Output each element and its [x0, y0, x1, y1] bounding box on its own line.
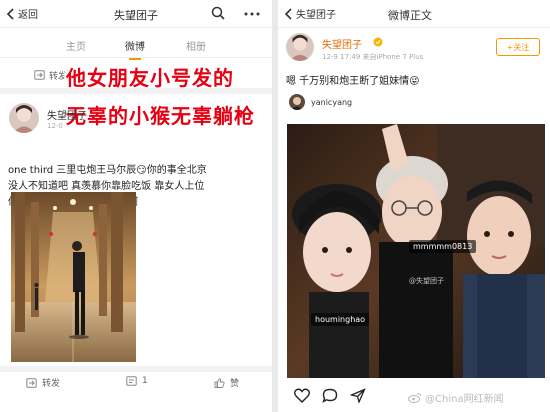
- page-title: 失望团子: [114, 9, 158, 22]
- caption-overlay-line-2: 无辜的小猴无辜躺枪: [66, 104, 255, 128]
- divider: [0, 88, 272, 94]
- post-text: 嗯 千万别和炮王断了姐妹情😜: [286, 76, 420, 87]
- post-actions: 转发 1 赞: [0, 374, 272, 394]
- tagged-user-avatar: [289, 94, 305, 110]
- back-label: 返回: [18, 10, 38, 21]
- post-username[interactable]: 失望团子: [47, 107, 87, 122]
- repost-button[interactable]: 转发: [26, 376, 60, 389]
- profile-tabs: 主页 微博 相册: [0, 28, 272, 60]
- post-photo[interactable]: [11, 192, 136, 362]
- thumbs-up-icon: [214, 377, 225, 388]
- photo-tag[interactable]: mmmmm0813: [409, 240, 477, 253]
- post-meta: 12-9 17:49 来自iPhone 7 Plus: [322, 53, 424, 61]
- more-icon[interactable]: [244, 12, 260, 16]
- back-button[interactable]: 返回: [6, 6, 38, 21]
- share-icon[interactable]: [350, 388, 366, 403]
- avatar[interactable]: [9, 103, 39, 133]
- repost-icon: [26, 377, 37, 388]
- tagged-user[interactable]: yanicyang: [289, 94, 352, 110]
- comment-count: 1: [142, 376, 148, 386]
- heart-icon[interactable]: [294, 388, 310, 403]
- back-button[interactable]: 失望团子: [284, 6, 336, 21]
- comment-button[interactable]: 1: [126, 376, 148, 386]
- divider: [0, 366, 272, 372]
- photo-tag[interactable]: houminghao: [311, 313, 370, 326]
- top-bar: 返回 失望团子: [0, 0, 272, 28]
- photo-watermark: @失望团子: [409, 277, 444, 285]
- post-detail-panel: 失望团子 微博正文 失望团子 12-9 17:49 来自iPhone 7 Plu…: [278, 0, 550, 412]
- comment-icon: [126, 376, 137, 386]
- chevron-left-icon: [284, 7, 294, 21]
- tab-album[interactable]: 相册: [186, 38, 206, 53]
- page-title: 微博正文: [388, 9, 432, 22]
- search-icon[interactable]: [211, 6, 225, 20]
- repost-label: 转发: [49, 71, 68, 82]
- back-label: 失望团子: [296, 10, 336, 21]
- repost-icon: [34, 70, 45, 80]
- like-button[interactable]: 赞: [214, 376, 239, 389]
- repost-label: 转发: [42, 379, 61, 389]
- tab-weibo[interactable]: 微博: [125, 38, 145, 60]
- post-username[interactable]: 失望团子: [322, 36, 362, 51]
- follow-button[interactable]: +关注: [496, 38, 540, 56]
- like-label: 赞: [230, 379, 240, 389]
- weibo-logo-icon: [408, 392, 422, 403]
- vip-badge-icon: [373, 37, 383, 47]
- watermark: @China网红新闻: [408, 390, 504, 405]
- tagged-username: yanicyang: [311, 97, 353, 107]
- watermark-text: @China网红新闻: [425, 394, 504, 405]
- chevron-left-icon: [6, 7, 16, 21]
- profile-panel: 返回 失望团子 主页 微博 相册 转发 他女朋友小号发的 无辜的小猴无辜躺枪 失…: [0, 0, 272, 412]
- caption-overlay-line-1: 他女朋友小号发的: [66, 66, 234, 90]
- post-photo[interactable]: mmmmm0813 @失望团子 houminghao: [287, 124, 545, 378]
- avatar[interactable]: [286, 33, 314, 61]
- comment-icon[interactable]: [322, 388, 338, 403]
- tab-home[interactable]: 主页: [66, 38, 86, 53]
- top-bar: 失望团子 微博正文: [278, 0, 550, 28]
- post-time: 12-0: [47, 122, 63, 130]
